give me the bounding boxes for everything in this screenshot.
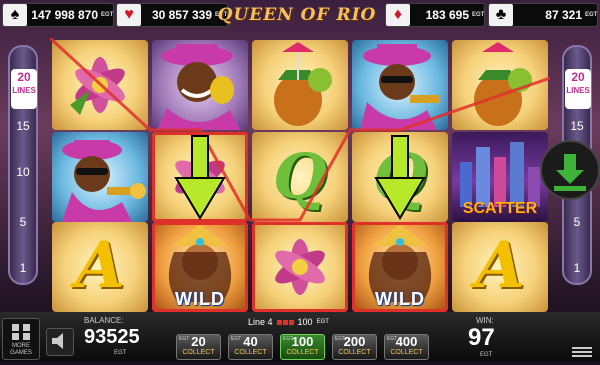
win-value: 97 [468,324,495,351]
win-arrow-icon [174,135,226,220]
jackpot-bar: ♠ 147 998 870 EGT ♥ 30 857 339 EGT ♦ 183… [0,0,600,30]
grid-icon [12,324,30,340]
lines-count-value: 20 [17,70,31,84]
line-mark[interactable]: 15 [10,119,36,133]
game-title: QUEEN OF RIO [217,5,377,25]
egt-logo: EGT [585,12,598,18]
trumpeter-icon [360,44,440,130]
lines-indicator-left[interactable]: 20 LINES 15 10 5 1 [8,45,38,285]
sound-button[interactable] [46,328,74,356]
chip-label: COLLECT [338,349,371,356]
letter-a: A [475,228,525,303]
flower-icon [70,57,125,115]
bottom-bar: MORE GAMES BALANCE: 93525 EGT Line 4 100… [0,312,600,362]
wild-label: WILD [375,289,425,309]
scatter-label: SCATTER [462,200,538,217]
jackpot-value: 30 857 339 [151,8,212,22]
collect-button-100[interactable]: EGT 100 COLLECT [280,334,325,360]
spade-icon: ♠ [3,4,27,26]
menu-button[interactable] [568,344,596,360]
download-icon [554,154,586,191]
symbol-a: A [52,222,148,312]
maracas-man-icon [157,44,240,130]
line-dots [276,319,294,325]
line-mark[interactable]: 10 [10,165,36,179]
symbol-trumpeter [52,132,148,222]
line-win-info: Line 4 100 EGT [248,317,329,327]
symbol-a: A [452,222,548,312]
egt-logo: EGT [472,12,485,18]
collect-button-400[interactable]: EGT 400 COLLECT [384,334,429,360]
chip-label: COLLECT [286,349,319,356]
balance-label: BALANCE: [84,316,124,325]
lines-count-value: 20 [571,70,585,84]
heart-icon: ♥ [117,4,141,26]
more-games-button[interactable]: MORE GAMES [2,318,40,360]
jackpot-value: 147 998 870 [31,8,98,22]
chip-label: COLLECT [390,349,423,356]
line-mark[interactable]: 15 [564,119,590,133]
jackpot-value: 87 321 [545,8,582,22]
collect-button-20[interactable]: EGT 20 COLLECT [176,334,221,360]
symbol-flower [52,40,148,130]
symbol-scatter: SCATTER [452,132,548,222]
download-button[interactable] [540,140,600,200]
lines-label: LINES [566,86,590,95]
balance-egt: EGT [114,350,127,356]
chip-egt: EGT [335,336,346,342]
win-egt: EGT [480,352,493,358]
win-arrow-icon [374,135,426,220]
collect-button-200[interactable]: EGT 200 COLLECT [332,334,377,360]
chip-egt: EGT [231,336,242,342]
chip-label: COLLECT [234,349,267,356]
speaker-icon [52,333,63,349]
letter-q: Q [272,140,327,213]
symbol-trumpeter [352,40,448,130]
reel-grid: A WILD Q Q WILD SCATTER A [50,38,550,312]
collect-button-40[interactable]: EGT 40 COLLECT [228,334,273,360]
lines-count-left[interactable]: 20 LINES [11,69,37,109]
letter-a: A [75,228,125,303]
jackpot-value: 183 695 [425,8,469,22]
symbol-wild: WILD [152,222,248,312]
pineapple-drink-icon [474,42,532,126]
egt-logo: EGT [101,12,114,18]
flower-icon [275,239,325,295]
line-mark[interactable]: 5 [564,215,590,229]
line-win-egt: EGT [316,319,329,325]
lines-label: LINES [12,86,36,95]
symbol-maracas [152,40,248,130]
menu-icon [572,347,592,357]
chip-label: COLLECT [182,349,215,356]
club-icon: ♣ [489,4,513,26]
symbol-flower [252,222,348,312]
line-win-amount: 100 [297,317,313,327]
jackpot-clubs: ♣ 87 321 EGT [488,3,598,27]
line-number: Line 4 [248,317,273,327]
jackpot-diamonds: ♦ 183 695 EGT [385,3,485,27]
chip-egt: EGT [387,336,398,342]
line-mark[interactable]: 5 [10,215,36,229]
jackpot-spades: ♠ 147 998 870 EGT [2,3,114,27]
symbol-q: Q [252,132,348,222]
lines-count-right[interactable]: 20 LINES [565,69,591,109]
chip-egt: EGT [179,336,190,342]
pineapple-drink-icon [274,42,332,126]
symbol-wild: WILD [352,222,448,312]
more-games-label: MORE GAMES [10,343,32,356]
diamond-icon: ♦ [386,4,410,26]
chip-egt: EGT [283,336,294,342]
wild-label: WILD [175,289,225,309]
trumpeter-icon [62,140,146,222]
line-mark[interactable]: 1 [564,261,590,275]
symbol-pineapple-drink [252,40,348,130]
line-mark[interactable]: 1 [10,261,36,275]
balance-value: 93525 [84,326,140,348]
symbol-pineapple-drink [452,40,548,130]
